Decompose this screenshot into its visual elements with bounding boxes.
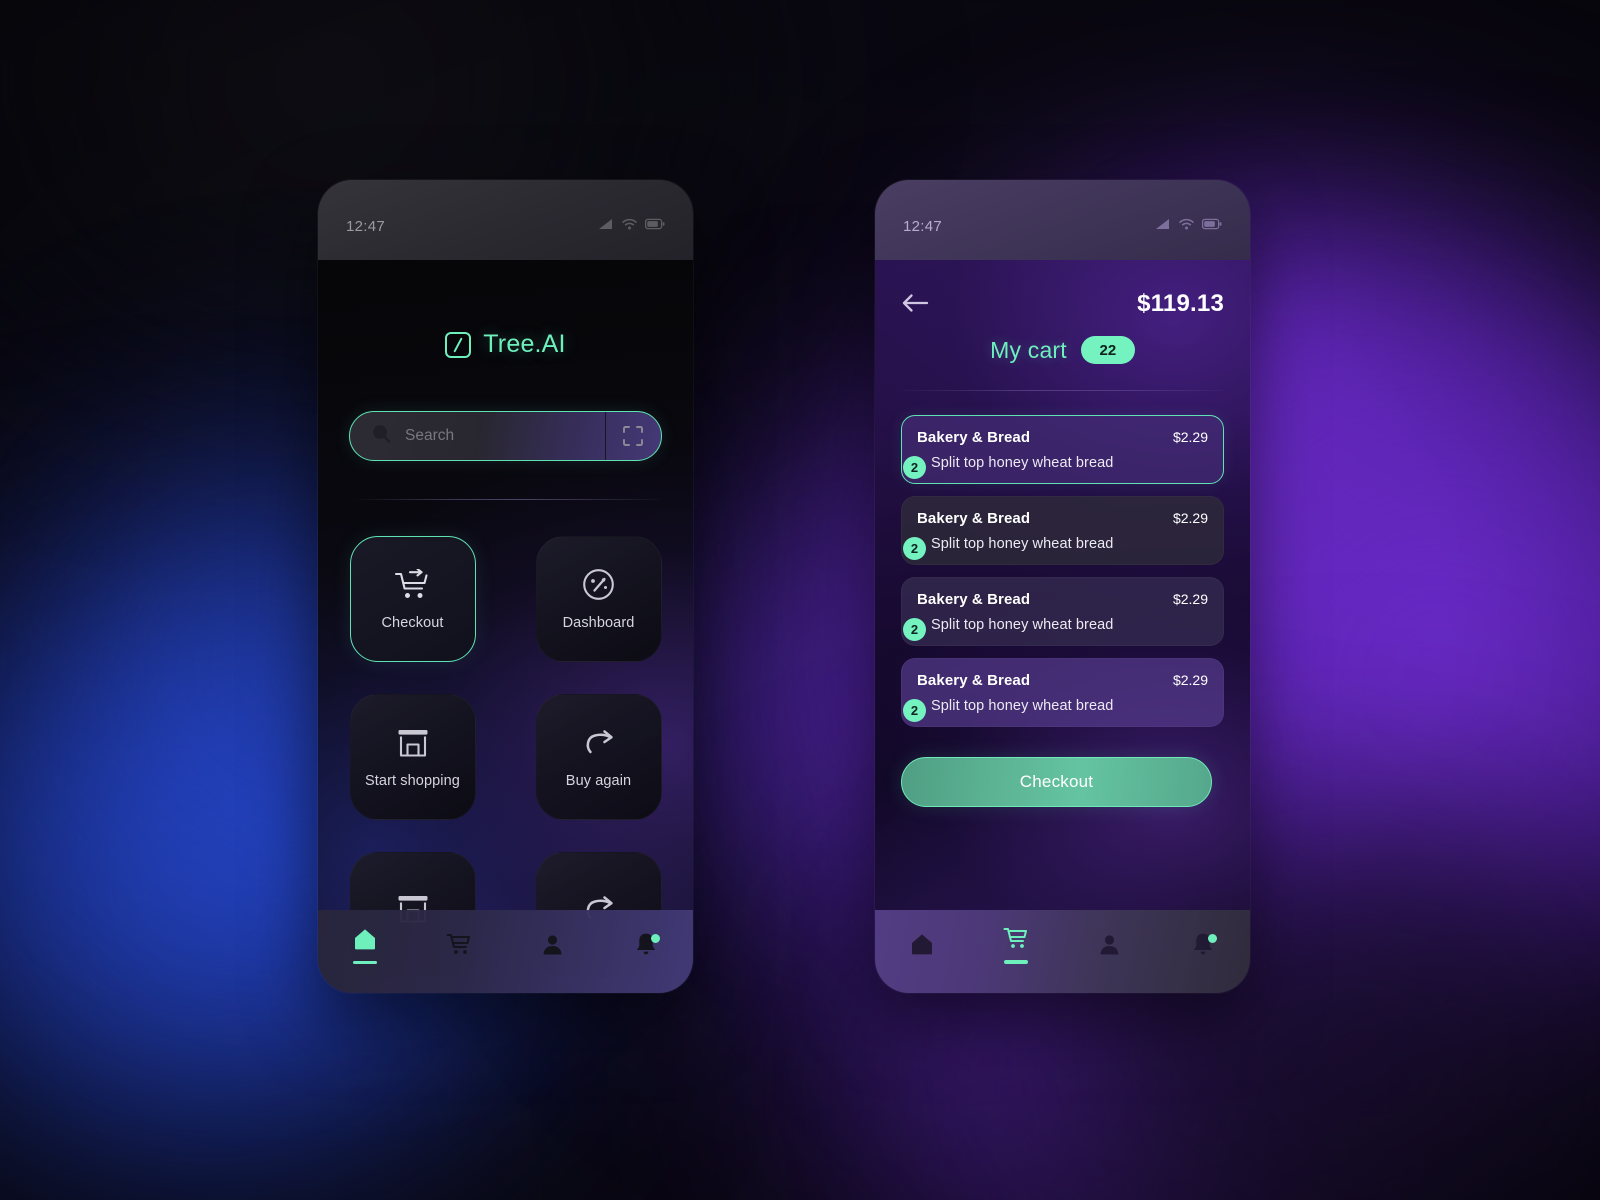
phone-left-home-screen: 12:47 Tree.AI Search Checkout Dashboard … [318,180,693,993]
home-icon [353,927,377,954]
scan-frame-icon[interactable] [606,412,661,460]
arrow-left-icon [901,292,929,317]
nav-item-profile[interactable] [506,910,600,993]
section-divider [351,499,660,500]
nav-active-underline [352,960,377,965]
cart-item-name: Split top honey wheat bread [931,536,1114,552]
cart-item-name: Split top honey wheat bread [931,698,1114,714]
redo-arrow-icon [583,726,615,760]
vignette-overlay [0,0,1600,1200]
cart-item-quantity-badge: 2 [903,537,926,560]
cart-item-header: Bakery & Bread $2.29 [917,429,1208,446]
person-icon [1098,933,1121,959]
cart-item-price: $2.29 [1172,429,1208,445]
status-bar-icons [598,217,665,235]
tree-ai-logo-icon [445,331,472,358]
speedometer-icon [582,568,615,602]
cart-item-category: Bakery & Bread [917,591,1031,608]
tile-dashboard[interactable]: Dashboard [535,536,662,662]
page-title: My cart [990,336,1067,363]
cart-item-body: 2 Split top honey wheat bread [903,536,1208,560]
person-icon [541,933,564,959]
tile-start-shopping[interactable]: Start shopping [349,694,476,820]
signal-icon [598,217,614,235]
cart-item-row[interactable]: Bakery & Bread $2.29 2 Split top honey w… [901,496,1224,565]
nav-item-profile[interactable] [1063,910,1157,993]
battery-icon [1201,217,1222,235]
search-input[interactable] [391,427,605,445]
back-button[interactable] [901,292,929,317]
cart-item-price: $2.29 [1172,591,1208,607]
tile-label: Buy again [565,772,632,789]
cart-item-price: $2.29 [1172,510,1208,526]
cart-item-row[interactable]: Bakery & Bread $2.29 2 Split top honey w… [901,658,1224,727]
status-bar-icons [1155,217,1222,235]
brand-logo: Tree.AI [318,330,693,359]
nav-item-home[interactable] [875,910,969,993]
tile-label: Start shopping [365,772,460,789]
wifi-icon [622,217,637,235]
cart-item-category: Bakery & Bread [917,510,1031,527]
phone-right-cart-screen: 12:47 $119.13 My cart 22 Bakery & Bread … [875,180,1250,993]
checkout-button[interactable]: Checkout [901,757,1212,807]
cart-item-header: Bakery & Bread $2.29 [917,510,1208,527]
cart-header: $119.13 My cart 22 [875,260,1250,391]
cart-item-name: Split top honey wheat bread [931,455,1114,471]
nav-item-cart[interactable] [412,910,506,993]
status-bar-time: 12:47 [346,217,386,235]
cart-icon [1003,927,1028,953]
home-icon [910,932,934,959]
backdrop [0,0,1600,1200]
nav-active-underline [1003,960,1028,964]
notification-badge-dot [651,934,660,943]
cart-item-quantity-badge: 2 [903,699,926,722]
cart-item-header: Bakery & Bread $2.29 [917,672,1208,689]
nav-item-notifications[interactable] [1156,910,1250,993]
cart-screen-content: $119.13 My cart 22 Bakery & Bread $2.29 … [875,260,1250,993]
cart-item-row[interactable]: Bakery & Bread $2.29 2 Split top honey w… [901,577,1224,646]
brand-name: Tree.AI [483,330,566,358]
cart-item-name: Split top honey wheat bread [931,617,1114,633]
cart-item-category: Bakery & Bread [917,429,1031,446]
cart-title-row: My cart 22 [901,336,1224,364]
signal-icon [1155,217,1171,235]
tile-label: Dashboard [562,614,635,631]
nav-item-home[interactable] [318,910,412,993]
header-divider [902,390,1223,391]
cart-icon [446,933,471,959]
nav-item-notifications[interactable] [599,910,693,993]
cart-item-row[interactable]: Bakery & Bread $2.29 2 Split top honey w… [901,415,1224,484]
cart-item-category: Bakery & Bread [917,672,1031,689]
cart-item-quantity-badge: 2 [903,456,926,479]
cart-header-row: $119.13 [901,286,1224,322]
cart-item-header: Bakery & Bread $2.29 [917,591,1208,608]
battery-icon [644,217,665,235]
search-icon [372,424,391,448]
tile-buy-again[interactable]: Buy again [535,694,662,820]
bottom-navigation-right [875,910,1250,993]
cart-arrow-icon [394,568,432,602]
cart-item-count-badge: 22 [1080,336,1135,364]
nav-item-cart[interactable] [969,910,1063,993]
cart-item-body: 2 Split top honey wheat bread [903,698,1208,722]
cart-item-body: 2 Split top honey wheat bread [903,617,1208,641]
cart-item-body: 2 Split top honey wheat bread [903,455,1208,479]
notification-badge-dot [1208,934,1217,943]
status-bar-time: 12:47 [903,217,943,235]
tile-label: Checkout [381,614,444,631]
cart-total-amount: $119.13 [1137,290,1224,317]
cart-item-quantity-badge: 2 [903,618,926,641]
home-screen-content: Tree.AI Search Checkout Dashboard Start … [318,260,693,993]
status-bar-right: 12:47 [875,180,1250,260]
search-bar[interactable] [349,411,662,461]
cart-item-price: $2.29 [1172,672,1208,688]
store-icon [396,726,430,760]
tile-checkout[interactable]: Checkout [349,536,476,662]
wifi-icon [1179,217,1194,235]
cart-item-list: Bakery & Bread $2.29 2 Split top honey w… [901,415,1224,727]
status-bar-left: 12:47 [318,180,693,260]
bottom-navigation-left [318,910,693,993]
